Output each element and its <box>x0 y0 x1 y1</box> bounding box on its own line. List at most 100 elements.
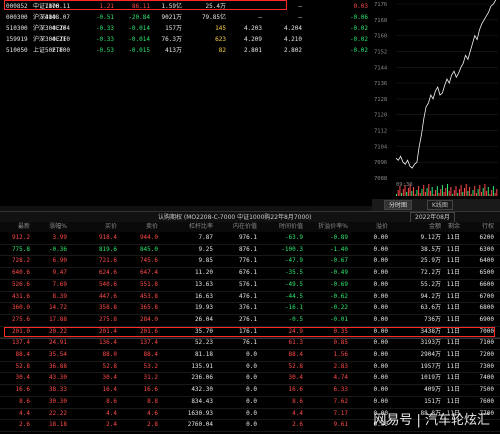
options-column-header: 最新 涨幅% 买价 卖价 杠杆比率 内在价值 时间价值 折溢价率% 溢价 金额 … <box>0 222 500 232</box>
option-row[interactable]: 526.6 7.69 540.6 551.8 13.63 576.1 -49.5 -0.69 0… <box>0 280 500 292</box>
option-cell-lev: 2760.04 <box>187 421 213 429</box>
option-cell-bid: 721.6 <box>98 257 117 265</box>
col-premium[interactable]: 折溢价率% <box>318 222 348 232</box>
col-ask[interactable]: 卖价 <box>146 222 158 232</box>
option-cell-implv: 0.00 <box>373 234 388 241</box>
quote-row[interactable]: 000300 沪深300 4148.07 -0.51 -20.84 9021万 79.85亿… <box>0 12 372 23</box>
option-cell-mon: 11日 <box>446 362 460 370</box>
option-cell-chgp: 3.99 <box>52 234 67 241</box>
option-cell-bid: 2.4 <box>106 421 117 429</box>
option-cell-strike: 7400 <box>479 374 494 382</box>
option-cell-intr: 0.0 <box>246 386 257 394</box>
option-cell-intr: 776.1 <box>238 257 257 265</box>
option-cell-lev: 16.63 <box>194 292 213 300</box>
quote-code: 159919 <box>6 36 28 43</box>
quote-row[interactable]: 159919 沪深300ETF 4.210 -0.33 -0.014 76.3万 623 4.… <box>0 34 372 45</box>
quote-row[interactable]: 510050 上证50ETF 2.800 -0.53 -0.015 413万 82 2.801… <box>0 45 372 56</box>
option-cell-strike: 7500 <box>479 386 494 394</box>
option-row[interactable]: 8.6 30.30 8.6 8.8 834.43 0.0 8.6 7.62 0.00 151万 11… <box>0 396 500 409</box>
col-time-value[interactable]: 时间价值 <box>279 222 303 232</box>
chart-y-tick: 7160 <box>374 34 387 40</box>
tab-kline[interactable]: K线图 <box>427 200 453 210</box>
option-cell-amt: 55.2万 <box>420 280 441 288</box>
option-cell-bid: 624.6 <box>98 269 117 277</box>
quote-volume: 157万 <box>165 25 182 32</box>
option-cell-bid: 918.4 <box>98 234 117 241</box>
quote-col-d: -0.02 <box>349 36 368 43</box>
option-row[interactable]: 912.2 3.99 918.4 944.0 7.87 976.1 -63.9 -0.89 0.… <box>0 233 500 245</box>
option-cell-implv: 0.00 <box>373 280 388 288</box>
volume-bar <box>419 193 421 196</box>
volume-bar <box>450 187 452 196</box>
option-cell-amt: 94.2万 <box>420 292 441 300</box>
option-cell-bid: 30.4 <box>102 374 117 382</box>
option-row[interactable]: 137.4 24.91 136.4 137.4 52.23 76.1 61.3 0.85 0.0… <box>0 338 500 351</box>
volume-bar <box>396 194 397 196</box>
col-overprice[interactable]: 溢价 <box>376 222 388 232</box>
option-cell-time: -100.3 <box>281 245 303 253</box>
volume-bar <box>445 188 447 196</box>
chart-y-tick: 7120 <box>374 113 387 119</box>
option-row[interactable]: 431.6 8.39 447.6 453.8 16.63 476.1 -44.5 -0.62 0… <box>0 292 500 304</box>
volume-bar <box>469 187 471 196</box>
volume-bar <box>416 190 418 196</box>
option-cell-bid: 88.0 <box>102 351 117 358</box>
quote-price: 4148.07 <box>44 14 70 21</box>
option-row[interactable]: 775.8 -0.36 819.6 845.0 9.25 876.1 -100.3 -1.40… <box>0 245 500 257</box>
option-cell-prem: -0.69 <box>329 280 348 288</box>
option-cell-lev: 236.06 <box>191 374 213 382</box>
volume-bar <box>428 184 430 196</box>
option-cell-ask: 31.2 <box>143 374 158 382</box>
option-cell-intr: 0.0 <box>246 374 257 382</box>
quote-code: 000300 <box>6 14 28 21</box>
option-cell-time: 52.8 <box>288 362 303 370</box>
option-cell-chgp: 35.54 <box>48 351 67 358</box>
option-cell-bid: 16.4 <box>102 386 117 394</box>
col-remaining[interactable]: 剩余 <box>448 222 460 232</box>
col-amount[interactable]: 金额 <box>429 222 441 232</box>
option-cell-prem: 7.17 <box>333 409 348 417</box>
quote-row[interactable]: 510300 沪深300ETF 4.204 -0.33 -0.014 157万 145 4.2… <box>0 23 372 34</box>
option-row[interactable]: 30.4 43.30 30.4 31.2 236.06 0.0 30.4 4.74 0.00 10… <box>0 373 500 386</box>
volume-bar <box>424 192 426 196</box>
option-cell-last: 275.6 <box>11 315 30 323</box>
volume-bar <box>484 184 486 196</box>
intraday-chart-svg: 7176 7168 7160 7152 7144 7136 7128 7120 7112 7104… <box>374 0 498 196</box>
volume-bar <box>402 189 404 196</box>
quote-price: 4.210 <box>51 36 70 43</box>
col-intrinsic[interactable]: 内在价值 <box>233 222 257 232</box>
option-cell-lev: 52.23 <box>194 339 213 347</box>
col-last[interactable]: 最新 <box>18 222 30 232</box>
option-row[interactable]: 275.6 17.88 275.8 284.0 26.04 276.1 -0.5 -0.01 0… <box>0 315 500 327</box>
quote-volume: 76.3万 <box>161 36 182 43</box>
volume-bar <box>496 189 498 196</box>
option-cell-intr: 976.1 <box>238 234 257 241</box>
option-row[interactable]: 52.8 36.88 52.8 53.2 135.91 0.0 52.8 2.83 0.00 19… <box>0 361 500 374</box>
option-row[interactable]: 728.2 6.90 721.6 745.6 9.85 776.1 -47.9 -0.67 0.… <box>0 256 500 269</box>
quote-col-d: 0.03 <box>353 3 368 10</box>
option-cell-strike: 7200 <box>479 351 494 358</box>
option-cell-intr: 676.1 <box>238 269 257 277</box>
option-cell-amt: 1957万 <box>420 362 441 370</box>
highlight-box-index <box>4 0 287 10</box>
option-cell-last: 8.6 <box>19 397 30 405</box>
volume-bar <box>438 193 440 196</box>
option-cell-intr: 0.0 <box>246 409 257 417</box>
option-row[interactable]: 640.6 9.47 624.6 647.4 11.20 676.1 -35.5 -0.49 0… <box>0 268 500 280</box>
option-cell-lev: 13.63 <box>194 280 213 288</box>
option-cell-bid: 8.6 <box>106 397 117 405</box>
option-row[interactable]: 360.0 14.72 358.8 365.8 19.93 376.1 -16.1 -0.22… <box>0 303 500 315</box>
col-strike[interactable]: 行权 <box>482 222 494 232</box>
option-row[interactable]: 16.6 38.33 16.4 16.6 432.30 0.0 16.6 6.33 0.00 40… <box>0 385 500 397</box>
col-leverage[interactable]: 杠杆比率 <box>189 222 213 232</box>
volume-bar <box>413 187 414 196</box>
tab-timeshare[interactable]: 分时图 <box>384 200 413 210</box>
option-row[interactable]: 88.4 35.54 88.0 88.4 81.18 0.0 88.4 1.56 0.00 290… <box>0 350 500 362</box>
quote-table: 000852 中证1000 7176.11 1.21 86.11 1.59亿 25.4万 —0… <box>0 0 372 70</box>
option-cell-implv: 0.00 <box>373 257 388 265</box>
intraday-chart[interactable]: 7176 7168 7160 7152 7144 7136 7128 7120 7112 7104… <box>372 0 500 208</box>
col-bid[interactable]: 买价 <box>105 222 117 232</box>
option-cell-intr: 276.1 <box>238 315 257 323</box>
col-chgpct[interactable]: 涨幅% <box>49 222 67 232</box>
option-cell-strike: 6900 <box>479 315 494 323</box>
